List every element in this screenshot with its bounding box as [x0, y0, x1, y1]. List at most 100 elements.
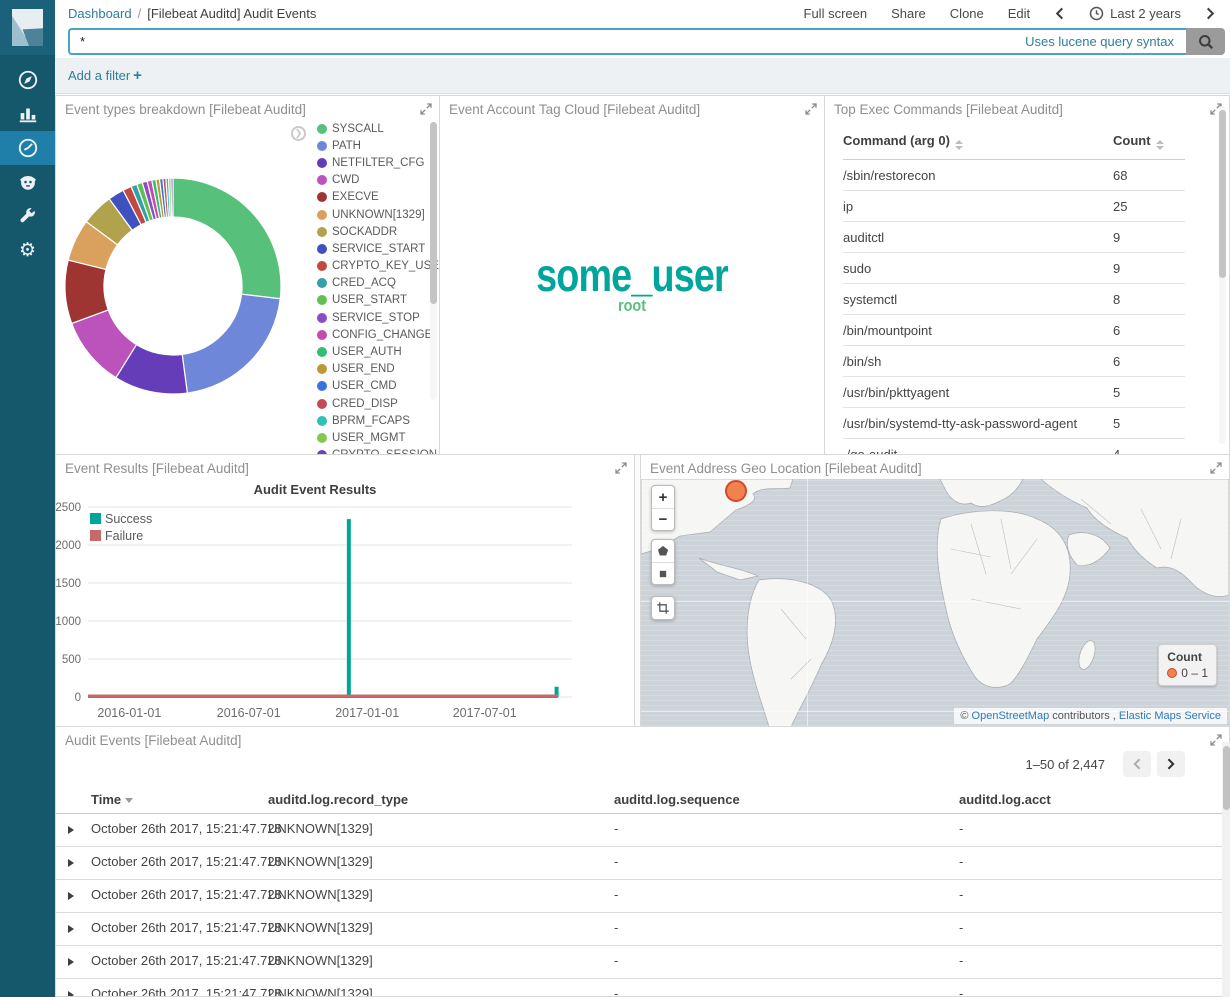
elastic-maps-link[interactable]: Elastic Maps Service [1119, 710, 1221, 722]
donut-slice-CRYPTO_SESSION[interactable] [171, 178, 173, 217]
legend-item-USER_AUTH[interactable]: USER_AUTH [317, 343, 425, 360]
donut-slice-PATH[interactable] [182, 294, 280, 393]
draw-polygon-button[interactable] [652, 540, 674, 562]
crop-icon-button[interactable] [652, 597, 674, 619]
topnav-action-share[interactable]: Share [891, 6, 926, 21]
sidebar-item-timelion[interactable] [0, 165, 55, 199]
prev-page-button[interactable] [1123, 751, 1151, 777]
legend-item-success[interactable]: Success [90, 510, 152, 527]
table-row[interactable]: sudo9 [843, 253, 1185, 284]
column-header-sequence[interactable]: auditd.log.sequence [614, 792, 740, 807]
sidebar-item-visualize[interactable] [0, 97, 55, 131]
table-row[interactable]: ip25 [843, 191, 1185, 222]
expand-row-icon[interactable] [68, 826, 74, 834]
expand-row-icon[interactable] [68, 859, 74, 867]
expand-panel-icon[interactable] [1210, 734, 1222, 749]
legend-collapse-icon[interactable]: ❯ [291, 126, 306, 141]
legend-scrollbar[interactable] [430, 122, 437, 400]
time-picker[interactable]: Last 2 years [1089, 6, 1181, 21]
table-row[interactable]: October 26th 2017, 15:21:47.728UNKNOWN[1… [56, 979, 1229, 997]
legend-item-EXECVE[interactable]: EXECVE [317, 189, 425, 206]
draw-rectangle-button[interactable] [652, 562, 674, 584]
column-header-time[interactable]: Time [91, 792, 133, 807]
time-forward-button[interactable] [1205, 7, 1216, 20]
command-cell: /usr/bin/pkttyagent [843, 385, 1113, 400]
table-row[interactable]: auditctl9 [843, 222, 1185, 253]
table-row[interactable]: /bin/sh6 [843, 346, 1185, 377]
legend-item-SYSCALL[interactable]: SYSCALL [317, 120, 425, 137]
expand-row-icon[interactable] [68, 958, 74, 966]
table-row[interactable]: /sbin/restorecon68 [843, 160, 1185, 191]
geo-point-marker[interactable] [725, 480, 747, 502]
table-scrollbar[interactable] [1219, 106, 1226, 444]
table-row[interactable]: October 26th 2017, 15:21:47.728UNKNOWN[1… [56, 880, 1229, 913]
legend-item-CONFIG_CHANGE[interactable]: CONFIG_CHANGE [317, 326, 425, 343]
table-row[interactable]: October 26th 2017, 15:21:47.728UNKNOWN[1… [56, 913, 1229, 946]
breadcrumb-dashboard[interactable]: Dashboard [68, 6, 132, 21]
expand-row-icon[interactable] [68, 991, 74, 997]
legend-item-CRED_ACQ[interactable]: CRED_ACQ [317, 275, 425, 292]
legend-item-PATH[interactable]: PATH [317, 137, 425, 154]
acct-cell: - [959, 821, 963, 836]
table-row[interactable]: October 26th 2017, 15:21:47.728UNKNOWN[1… [56, 946, 1229, 979]
table-row[interactable]: ./go-audit4 [843, 439, 1185, 455]
legend-item-SOCKADDR[interactable]: SOCKADDR [317, 223, 425, 240]
expand-panel-icon[interactable] [615, 462, 627, 477]
zoom-in-button[interactable]: + [652, 486, 674, 508]
expand-row-icon[interactable] [68, 892, 74, 900]
next-page-button[interactable] [1157, 751, 1185, 777]
sidebar-item-dashboard[interactable] [0, 131, 55, 165]
expand-panel-icon[interactable] [1210, 462, 1222, 477]
legend-item-BPRM_FCAPS[interactable]: BPRM_FCAPS [317, 412, 425, 429]
graticule [807, 479, 808, 726]
legend-item-SERVICE_START[interactable]: SERVICE_START [317, 240, 425, 257]
legend-item-CRYPTO_KEY_USER[interactable]: CRYPTO_KEY_USER [317, 258, 425, 275]
expand-panel-icon[interactable] [420, 103, 432, 118]
zoom-out-button[interactable]: − [652, 508, 674, 530]
topnav-action-full-screen[interactable]: Full screen [804, 6, 868, 21]
sidebar-item-dev-tools[interactable] [0, 199, 55, 233]
search-query-input[interactable] [68, 28, 1186, 55]
legend-item-USER_CMD[interactable]: USER_CMD [317, 378, 425, 395]
legend-item-failure[interactable]: Failure [90, 527, 152, 544]
add-filter-button[interactable]: Add a filter+ [68, 67, 142, 84]
table-row[interactable]: October 26th 2017, 15:21:47.728UNKNOWN[1… [56, 847, 1229, 880]
legend-item-CWD[interactable]: CWD [317, 172, 425, 189]
world-map[interactable]: + − Count [641, 479, 1229, 726]
table-row[interactable]: /usr/bin/pkttyagent5 [843, 377, 1185, 408]
legend-item-UNKNOWN[1329][interactable]: UNKNOWN[1329] [317, 206, 425, 223]
table-row[interactable]: /usr/bin/systemd-tty-ask-password-agent5 [843, 408, 1185, 439]
kibana-logo[interactable] [0, 0, 55, 55]
legend-item-USER_START[interactable]: USER_START [317, 292, 425, 309]
lucene-syntax-link[interactable]: Uses lucene query syntax [1025, 34, 1174, 49]
column-header-record-type[interactable]: auditd.log.record_type [268, 792, 408, 807]
sequence-cell: - [614, 887, 618, 902]
donut-slice-SYSCALL[interactable] [173, 178, 281, 299]
expand-row-icon[interactable] [68, 925, 74, 933]
tag-root[interactable]: root [469, 296, 795, 316]
legend-color-swatch [90, 530, 101, 541]
table-row[interactable]: /bin/mountpoint6 [843, 315, 1185, 346]
legend-item-SERVICE_STOP[interactable]: SERVICE_STOP [317, 309, 425, 326]
legend-item-USER_MGMT[interactable]: USER_MGMT [317, 429, 425, 446]
column-header-command[interactable]: Command (arg 0) [843, 133, 1113, 150]
time-back-button[interactable] [1054, 7, 1065, 20]
legend-item-USER_END[interactable]: USER_END [317, 361, 425, 378]
panel-title: Audit Events [Filebeat Auditd] [65, 733, 241, 748]
topnav-action-clone[interactable]: Clone [950, 6, 984, 21]
donut-chart[interactable] [56, 120, 296, 450]
table-row[interactable]: systemctl8 [843, 284, 1185, 315]
table-row[interactable]: October 26th 2017, 15:21:47.728UNKNOWN[1… [56, 814, 1229, 847]
osm-link[interactable]: OpenStreetMap [972, 710, 1050, 722]
column-header-acct[interactable]: auditd.log.acct [959, 792, 1051, 807]
sidebar-item-discover[interactable] [0, 63, 55, 97]
expand-panel-icon[interactable] [805, 103, 817, 118]
topnav-action-edit[interactable]: Edit [1008, 6, 1030, 21]
legend-item-CRED_DISP[interactable]: CRED_DISP [317, 395, 425, 412]
legend-item-NETFILTER_CFG[interactable]: NETFILTER_CFG [317, 154, 425, 171]
column-header-count[interactable]: Count [1113, 133, 1185, 150]
search-button[interactable] [1186, 28, 1225, 55]
tag-some-user[interactable]: some_user [475, 248, 790, 302]
sidebar-item-management[interactable]: ⚙ [0, 233, 55, 267]
page-scrollbar[interactable] [1222, 742, 1230, 997]
